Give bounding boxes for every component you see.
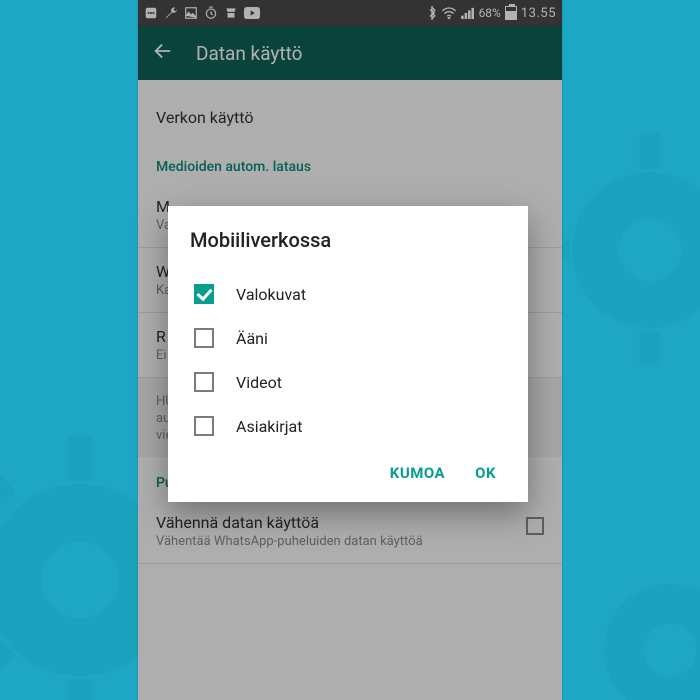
ok-button[interactable]: OK — [475, 464, 496, 482]
option-label: Videot — [236, 373, 282, 392]
dialog-title: Mobiiliverkossa — [190, 228, 506, 252]
option-photos[interactable]: Valokuvat — [190, 272, 506, 316]
option-audio[interactable]: Ääni — [190, 316, 506, 360]
checkbox-videos[interactable] — [194, 372, 214, 392]
checkbox-photos[interactable] — [194, 284, 214, 304]
dialog-mobile-data: Mobiiliverkossa Valokuvat Ääni Videot As… — [168, 206, 528, 502]
option-label: Valokuvat — [236, 285, 306, 304]
checkbox-documents[interactable] — [194, 416, 214, 436]
option-label: Asiakirjat — [236, 417, 302, 436]
option-label: Ääni — [236, 329, 268, 348]
cancel-button[interactable]: KUMOA — [390, 464, 445, 482]
option-documents[interactable]: Asiakirjat — [190, 404, 506, 448]
option-videos[interactable]: Videot — [190, 360, 506, 404]
checkbox-audio[interactable] — [194, 328, 214, 348]
